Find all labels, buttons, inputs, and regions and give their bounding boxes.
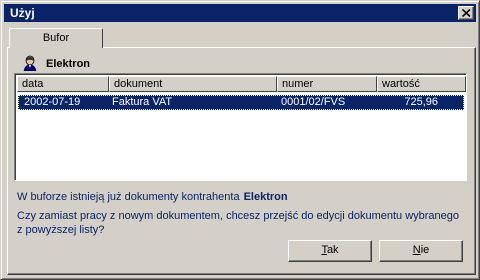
table-row[interactable]: 2002-07-19 Faktura VAT 0001/02/FVS 725,9…: [18, 95, 464, 110]
column-header-numer[interactable]: numer: [277, 76, 377, 92]
no-button[interactable]: Nie: [379, 240, 463, 262]
dialog-window: Użyj Bufor Elektron data dokument numer …: [0, 0, 480, 280]
column-header-wartosc[interactable]: wartość: [377, 76, 466, 92]
tab-bufor[interactable]: Bufor: [9, 28, 103, 48]
close-button[interactable]: [458, 6, 474, 20]
question-message: Czy zamiast pracy z nowym dokumentem, ch…: [17, 210, 460, 236]
cell-numer: 0001/02/FVS: [281, 96, 346, 108]
no-accelerator: N: [412, 244, 421, 256]
tab-bufor-label: Bufor: [42, 32, 70, 44]
cell-data: 2002-07-19: [24, 96, 81, 108]
yes-button[interactable]: Tak: [288, 240, 372, 262]
person-icon: [23, 55, 37, 71]
info-contractor-name: Elektron: [243, 191, 288, 203]
info-message-text: W buforze istnieją już dokumenty kontrah…: [17, 191, 240, 203]
column-header-data[interactable]: data: [17, 76, 109, 92]
title-bar[interactable]: Użyj: [4, 4, 476, 22]
column-header-dokument[interactable]: dokument: [109, 76, 277, 92]
info-message: W buforze istnieją już dokumenty kontrah…: [17, 191, 288, 203]
no-label: ie: [420, 244, 430, 256]
cell-dokument: Faktura VAT: [112, 96, 173, 108]
yes-label: ak: [326, 244, 339, 256]
cell-wartosc: 725,96: [404, 96, 438, 108]
close-icon: [462, 9, 471, 17]
window-title: Użyj: [10, 6, 35, 20]
documents-list[interactable]: data dokument numer wartość 2002-07-19 F…: [14, 73, 467, 181]
contractor-name: Elektron: [46, 58, 91, 70]
